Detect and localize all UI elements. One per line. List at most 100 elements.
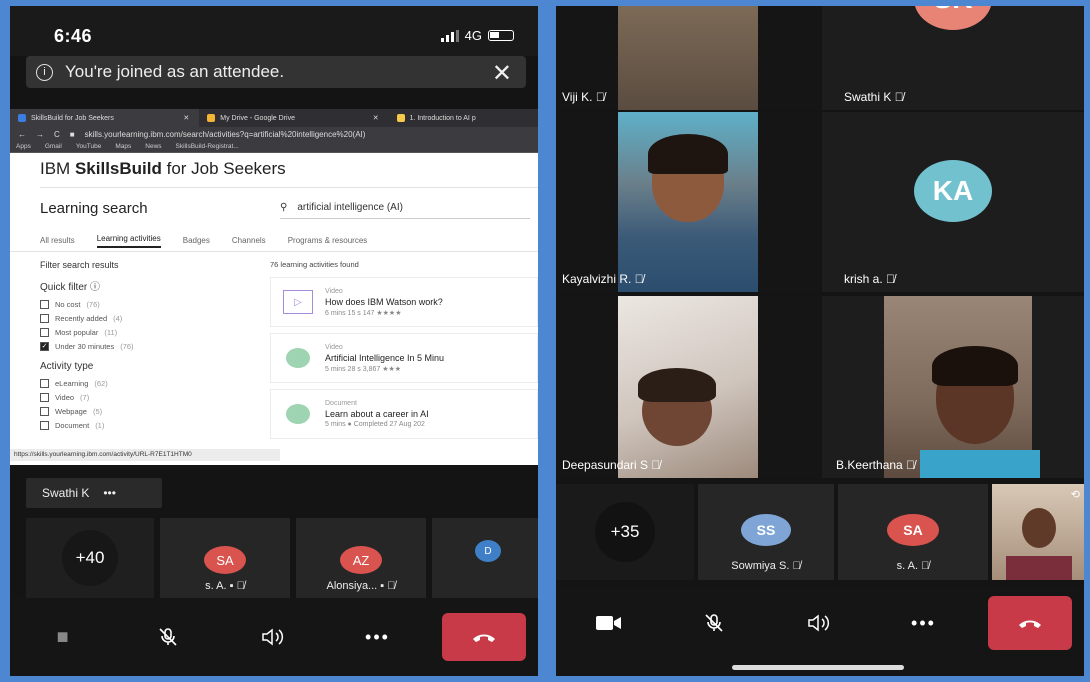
checkbox[interactable] bbox=[40, 420, 49, 430]
mute-button[interactable] bbox=[661, 596, 766, 650]
browser-tab[interactable]: 1. Introduction to AI p bbox=[389, 109, 538, 127]
filter-checkbox[interactable]: Document (1) bbox=[40, 418, 270, 432]
tab-label: 1. Introduction to AI p bbox=[409, 114, 476, 122]
result-text: Video How does IBM Watson work? 6 mins 1… bbox=[325, 288, 443, 317]
speaker-button[interactable] bbox=[220, 610, 325, 664]
bookmark-item[interactable]: SkillsBuild-Registrat... bbox=[176, 143, 239, 150]
participant-strip: +40 SA s. A. ▪︎ 🎙̸ AZ Alonsiya... ▪︎ 🎙̸ … bbox=[26, 518, 538, 598]
more-options-button[interactable]: ••• bbox=[871, 596, 976, 650]
participant-name: Kayalvizhi R. 🎙̸ bbox=[562, 272, 644, 286]
filter-label: No cost bbox=[55, 299, 81, 309]
video-icon: ▷ bbox=[283, 290, 313, 314]
checkbox[interactable] bbox=[40, 406, 49, 416]
self-video-tile[interactable]: ⟲ bbox=[992, 484, 1084, 580]
filter-count: (5) bbox=[92, 406, 103, 416]
tab-favicon-icon bbox=[396, 114, 405, 122]
results-list: 76 learning activities found ▷ Video How… bbox=[270, 252, 538, 445]
tab-badges[interactable]: Badges bbox=[183, 236, 210, 245]
mic-muted-icon: 🎙̸ bbox=[921, 560, 930, 572]
search-content: Filter search results Quick filter ⓘ No … bbox=[10, 252, 538, 445]
bookmark-item[interactable]: Maps bbox=[115, 143, 131, 150]
filter-label: Video bbox=[55, 392, 75, 402]
filter-checkbox[interactable]: Recently added (4) bbox=[40, 311, 270, 325]
clothing-shape bbox=[920, 450, 1040, 478]
bookmark-item[interactable]: News bbox=[145, 143, 161, 150]
reload-icon[interactable]: C bbox=[54, 130, 60, 139]
tab-programs[interactable]: Programs & resources bbox=[288, 236, 368, 245]
more-options-button[interactable]: ••• bbox=[325, 610, 430, 664]
overflow-count[interactable]: +40 bbox=[26, 518, 154, 598]
checkbox[interactable] bbox=[40, 327, 49, 337]
overflow-count-label: +35 bbox=[595, 502, 655, 562]
forward-icon[interactable]: → bbox=[36, 130, 44, 139]
filter-count: (76) bbox=[120, 341, 134, 351]
switch-camera-icon[interactable]: ⟲ bbox=[1071, 488, 1080, 501]
result-title[interactable]: How does IBM Watson work? bbox=[325, 297, 443, 307]
mute-button[interactable] bbox=[115, 610, 220, 664]
result-kind: Video bbox=[325, 343, 343, 351]
tab-learning-activities[interactable]: Learning activities bbox=[96, 234, 161, 248]
video-tile[interactable]: Viji K. 🎙̸ bbox=[556, 6, 820, 110]
home-indicator[interactable] bbox=[732, 665, 904, 670]
camera-button[interactable] bbox=[556, 596, 661, 650]
bookmark-item[interactable]: Apps bbox=[16, 143, 31, 150]
active-speaker-tag[interactable]: Swathi K ••• bbox=[26, 478, 162, 508]
tab-close-icon[interactable]: ✕ bbox=[373, 114, 379, 122]
tab-channels[interactable]: Channels bbox=[232, 236, 266, 245]
participant-tile[interactable]: SA s. A. ▪︎ 🎙̸ bbox=[160, 518, 290, 598]
result-title[interactable]: Learn about a career in AI bbox=[325, 409, 429, 419]
video-tile[interactable]: Deepasundari S 🎙̸ bbox=[556, 296, 820, 478]
filter-checkbox[interactable]: ✓ Under 30 minutes (76) bbox=[40, 339, 270, 353]
participant-tile[interactable]: SS Sowmiya S. 🎙̸ bbox=[698, 484, 834, 580]
search-input[interactable]: ⚲ artificial intelligence (AI) bbox=[280, 197, 530, 219]
result-card[interactable]: ▷ Video How does IBM Watson work? 6 mins… bbox=[270, 277, 538, 327]
overflow-count[interactable]: +35 bbox=[556, 484, 694, 580]
bookmark-item[interactable]: Gmail bbox=[45, 143, 62, 150]
checkbox[interactable] bbox=[40, 378, 49, 388]
checkbox[interactable] bbox=[40, 299, 49, 309]
filter-panel: Filter search results Quick filter ⓘ No … bbox=[10, 252, 270, 445]
avatar: SA bbox=[204, 546, 246, 574]
bookmark-item[interactable]: YouTube bbox=[76, 143, 102, 150]
filter-checkbox[interactable]: Webpage (5) bbox=[40, 404, 270, 418]
tab-close-icon[interactable]: ✕ bbox=[183, 114, 189, 122]
leave-call-button[interactable] bbox=[442, 613, 526, 661]
video-tile[interactable]: KA krish a. 🎙̸ bbox=[822, 112, 1084, 292]
participant-tile[interactable]: D bbox=[432, 518, 538, 598]
address-bar[interactable]: ← → C ■ skills.yourlearning.ibm.com/sear… bbox=[10, 127, 538, 141]
site-title-prefix: IBM bbox=[40, 159, 75, 178]
hair-shape bbox=[648, 134, 728, 174]
filter-checkbox[interactable]: No cost (76) bbox=[40, 297, 270, 311]
more-icon[interactable]: ••• bbox=[103, 486, 116, 500]
tab-all-results[interactable]: All results bbox=[40, 236, 75, 245]
browser-tab[interactable]: My Drive - Google Drive ✕ bbox=[199, 109, 388, 127]
quick-filter-label: Quick filter bbox=[40, 282, 88, 293]
browser-tab[interactable]: SkillsBuild for Job Seekers ✕ bbox=[10, 109, 200, 127]
participant-tile[interactable]: SA s. A. 🎙̸ bbox=[838, 484, 988, 580]
participant-tile[interactable]: AZ Alonsiya... ▪︎ 🎙̸ bbox=[296, 518, 426, 598]
result-card[interactable]: Document Learn about a career in AI 5 mi… bbox=[270, 389, 538, 439]
speaker-button[interactable] bbox=[766, 596, 871, 650]
leave-call-button[interactable] bbox=[988, 596, 1072, 650]
filter-checkbox[interactable]: eLearning (62) bbox=[40, 376, 270, 390]
result-title[interactable]: Artificial Intelligence In 5 Minu bbox=[325, 353, 444, 363]
checkbox[interactable] bbox=[40, 313, 49, 323]
checkbox-checked[interactable]: ✓ bbox=[40, 341, 49, 351]
checkbox[interactable] bbox=[40, 392, 49, 402]
mic-muted-icon: 🎙̸ bbox=[387, 580, 396, 592]
site-title: IBM SkillsBuild for Job Seekers bbox=[10, 153, 538, 179]
back-icon[interactable]: ← bbox=[18, 130, 26, 139]
result-card[interactable]: Video Artificial Intelligence In 5 Minu … bbox=[270, 333, 538, 383]
camera-off-button[interactable]: ■︎ bbox=[10, 610, 115, 664]
speaker-name: Swathi K bbox=[42, 486, 90, 500]
tab-favicon-icon bbox=[207, 114, 216, 122]
video-tile[interactable]: B.Keerthana 🎙̸ bbox=[822, 296, 1084, 478]
filter-checkbox[interactable]: Most popular (11) bbox=[40, 325, 270, 339]
video-tile[interactable]: Kayalvizhi R. 🎙̸ bbox=[556, 112, 820, 292]
clock: 6:46 bbox=[54, 26, 93, 46]
video-tile[interactable]: SK Swathi K 🎙̸ bbox=[822, 6, 1084, 110]
result-tabs: All results Learning activities Badges C… bbox=[10, 230, 538, 252]
filter-checkbox[interactable]: Video (7) bbox=[40, 390, 270, 404]
close-icon[interactable]: ✕ bbox=[492, 59, 512, 88]
result-meta: 5 mins ● Completed 27 Aug 202 bbox=[325, 421, 425, 428]
